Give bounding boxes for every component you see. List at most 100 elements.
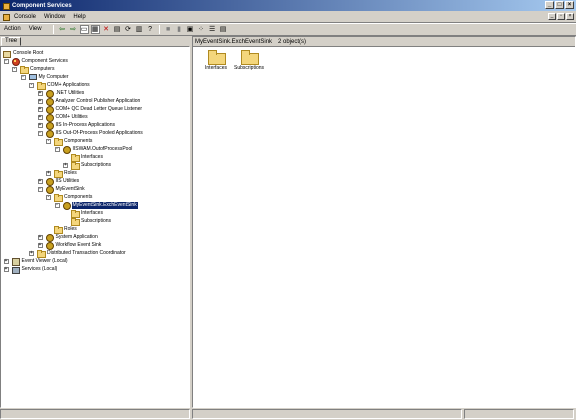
- expand-icon[interactable]: +: [37, 114, 43, 120]
- collapse-icon[interactable]: -: [54, 202, 60, 208]
- package-icon: [45, 130, 54, 138]
- collapse-icon[interactable]: -: [46, 138, 51, 144]
- list-item[interactable]: Subscriptions: [229, 50, 269, 71]
- show-hide-tree-icon[interactable]: ▦: [90, 24, 100, 34]
- refresh-icon[interactable]: ⟳: [124, 25, 133, 34]
- tree-node[interactable]: Distributed Transaction Coordinator: [37, 249, 127, 258]
- tree-node[interactable]: MyEventSink.ExchEventSink: [62, 200, 139, 210]
- tree-node[interactable]: MyEventSink: [45, 185, 86, 194]
- action-menu[interactable]: Action: [4, 26, 21, 32]
- back-arrow-icon[interactable]: ⇦: [58, 25, 67, 34]
- tree-node-label: My Computer: [38, 73, 69, 80]
- collapse-icon[interactable]: -: [37, 130, 43, 136]
- tree-node[interactable]: Subscriptions: [71, 217, 112, 226]
- expand-icon[interactable]: +: [37, 106, 43, 112]
- console-icon[interactable]: [2, 13, 10, 21]
- pause-icon[interactable]: ▮: [175, 25, 184, 34]
- maximize-button[interactable]: □: [555, 1, 564, 9]
- small-icons-icon[interactable]: ⁘: [197, 25, 206, 34]
- expand-icon[interactable]: +: [37, 242, 43, 248]
- expand-icon[interactable]: +: [37, 98, 43, 104]
- export-list-icon[interactable]: ▥: [135, 25, 144, 34]
- close-button[interactable]: ×: [565, 1, 574, 9]
- view-menu[interactable]: View: [29, 26, 42, 32]
- expand-icon[interactable]: +: [37, 122, 43, 128]
- tree-node[interactable]: System Application: [45, 233, 99, 242]
- tree-node[interactable]: COM+ Applications: [37, 81, 91, 90]
- expand-icon[interactable]: +: [29, 250, 34, 256]
- expand-icon[interactable]: +: [46, 170, 51, 176]
- tree-node[interactable]: Event Viewer (Local): [11, 257, 69, 266]
- tree-node[interactable]: IIS Out-Of-Process Pooled Applications: [45, 129, 144, 138]
- folder-icon: [71, 154, 80, 162]
- tree-node-label: System Application: [55, 233, 98, 240]
- collapse-icon[interactable]: -: [37, 186, 43, 192]
- tree-panel[interactable]: Console Root - Component Services - Computer…: [0, 46, 190, 408]
- expand-icon[interactable]: +: [3, 258, 9, 264]
- tree-node[interactable]: IIS In-Process Applications: [45, 121, 116, 130]
- tree-node-label: MyEventSink: [55, 185, 85, 192]
- tree-node-label: Interfaces: [81, 209, 103, 216]
- tree-node[interactable]: COM+ Utilities: [45, 113, 89, 122]
- tree-node[interactable]: Components: [54, 137, 93, 146]
- tree-node[interactable]: Services (Local): [11, 265, 59, 274]
- tree-node[interactable]: Console Root: [3, 49, 44, 58]
- help-icon[interactable]: ?: [146, 25, 155, 34]
- tree-tab-row: Tree: [0, 36, 190, 46]
- child-close-button[interactable]: ×: [566, 13, 574, 20]
- child-restore-button[interactable]: ▫: [557, 13, 565, 20]
- tree-node[interactable]: My Computer: [28, 73, 70, 81]
- component-services-icon[interactable]: [2, 2, 10, 10]
- tree-node[interactable]: IISWAM.OutofProcessPool: [62, 145, 134, 154]
- expand-icon[interactable]: +: [37, 90, 43, 96]
- up-folder-icon[interactable]: ▭: [79, 24, 89, 34]
- package-icon: [45, 242, 54, 250]
- detail-view-icon[interactable]: ▤: [219, 25, 228, 34]
- collapse-icon[interactable]: -: [29, 82, 34, 88]
- child-minimize-button[interactable]: _: [548, 13, 556, 20]
- menu-help[interactable]: Help: [73, 14, 85, 20]
- tree-node[interactable]: Interfaces: [71, 153, 104, 162]
- tree-node[interactable]: Workflow Event Sink: [45, 241, 103, 250]
- tree-node[interactable]: Subscriptions: [71, 161, 112, 170]
- tab-tree[interactable]: Tree: [1, 37, 22, 46]
- minimize-button[interactable]: _: [545, 1, 554, 9]
- collapse-icon[interactable]: -: [3, 58, 9, 64]
- tree-node[interactable]: Components: [54, 193, 93, 202]
- tree-node[interactable]: Computers: [20, 65, 55, 74]
- list-view-icon[interactable]: ☰: [208, 25, 217, 34]
- package-icon: [45, 186, 54, 194]
- result-pane[interactable]: MyEventSink.ExchEventSink 2 object(s) In…: [192, 36, 576, 408]
- tree-node[interactable]: Roles: [54, 169, 78, 178]
- collapse-icon[interactable]: -: [54, 146, 60, 152]
- collapse-icon[interactable]: -: [46, 194, 51, 200]
- forward-arrow-icon[interactable]: ⇨: [69, 25, 78, 34]
- package-icon: [45, 122, 54, 130]
- collapse-icon[interactable]: -: [12, 66, 17, 72]
- menu-window[interactable]: Window: [44, 14, 65, 20]
- tree-node[interactable]: Component Services: [11, 57, 69, 66]
- component-icon: [62, 202, 71, 210]
- toolbar-separator: [52, 24, 54, 34]
- menu-console[interactable]: Console: [14, 14, 36, 20]
- collapse-icon[interactable]: -: [20, 74, 26, 80]
- tree-node[interactable]: .NET Utilities: [45, 89, 86, 98]
- expand-icon[interactable]: +: [3, 266, 9, 272]
- result-pane-count: 2 object(s): [278, 38, 307, 45]
- expand-icon[interactable]: +: [63, 162, 68, 168]
- tree-node[interactable]: COM+ QC Dead Letter Queue Listener: [45, 105, 144, 114]
- properties-icon[interactable]: ▤: [113, 25, 122, 34]
- tree-node[interactable]: Interfaces: [71, 209, 104, 218]
- folder-icon: [37, 250, 46, 258]
- delete-icon[interactable]: ✕: [102, 25, 111, 34]
- tree-node-label: COM+ Utilities: [55, 113, 88, 120]
- expand-icon[interactable]: +: [37, 234, 43, 240]
- tree-node-label: Event Viewer (Local): [21, 257, 68, 264]
- tree-node[interactable]: IIS Utilities: [45, 177, 81, 186]
- large-icons-icon[interactable]: ▣: [186, 25, 195, 34]
- expand-icon[interactable]: +: [37, 178, 43, 184]
- stop-icon[interactable]: ■: [164, 25, 173, 34]
- tree-node[interactable]: Analyzer Control Publisher Application: [45, 97, 142, 106]
- tree-node[interactable]: Roles: [54, 225, 78, 234]
- folder-icon: [20, 66, 29, 74]
